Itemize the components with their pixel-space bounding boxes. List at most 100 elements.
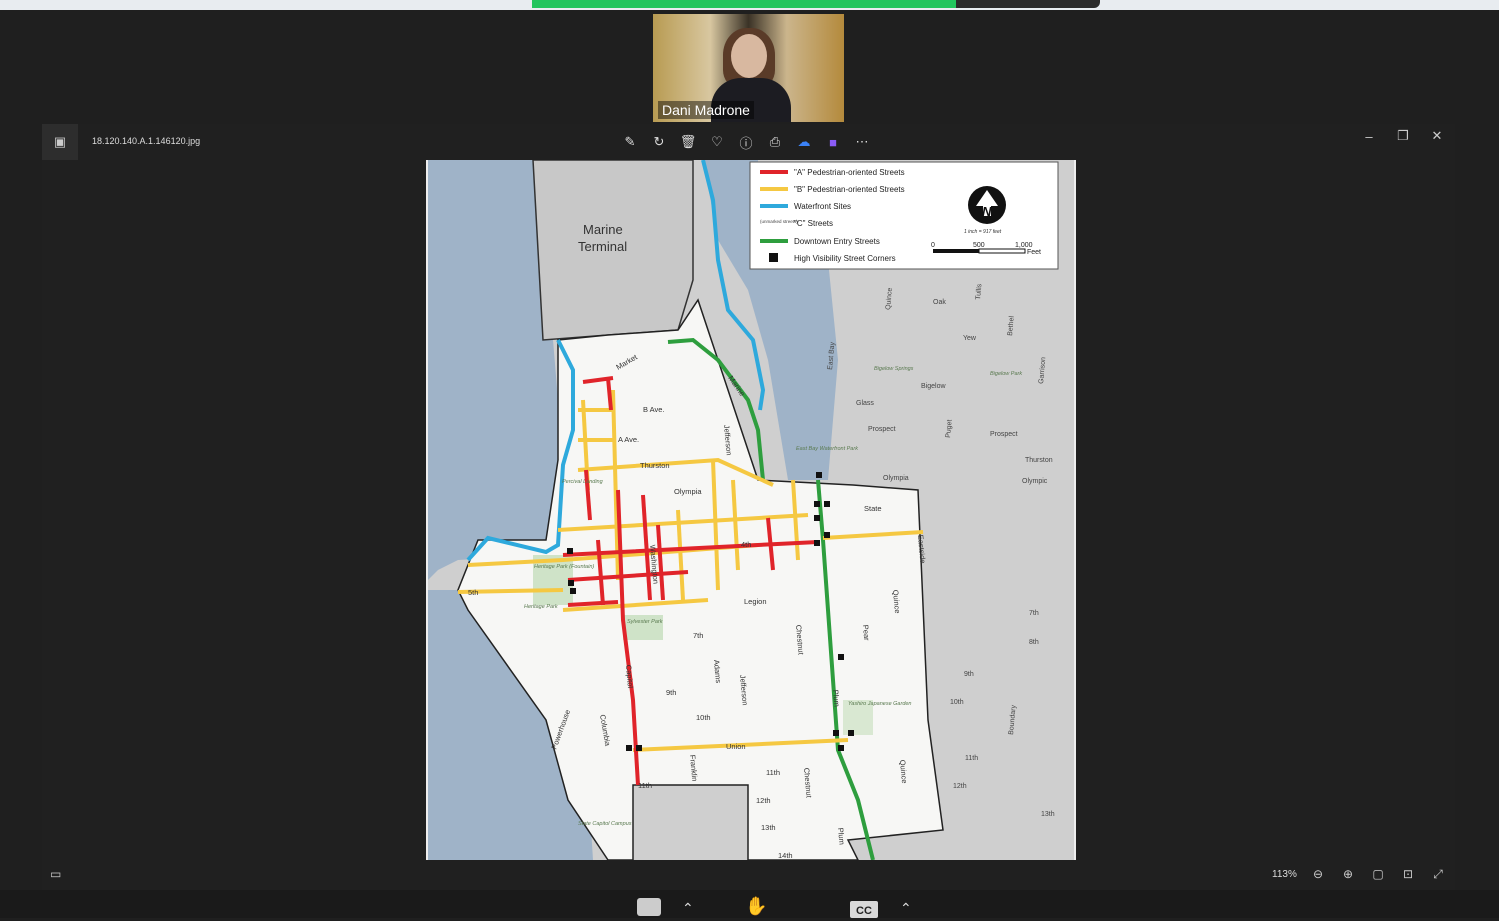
minimize-icon[interactable]: – xyxy=(1361,128,1377,144)
svg-text:5th: 5th xyxy=(468,588,478,597)
svg-text:Pear: Pear xyxy=(861,624,871,641)
svg-text:Bigelow Park: Bigelow Park xyxy=(990,371,1022,377)
svg-text:11th: 11th xyxy=(638,781,652,790)
fit-window-icon[interactable]: ▢ xyxy=(1370,866,1386,882)
chat-icon[interactable] xyxy=(637,898,661,916)
svg-text:Sylvester Park: Sylvester Park xyxy=(627,619,663,625)
map-image[interactable]: "A" Pedestrian-oriented Streets "B" Pede… xyxy=(426,160,1076,860)
svg-text:Yew: Yew xyxy=(963,335,977,342)
north-letter: N xyxy=(982,204,992,219)
svg-text:Thurston: Thurston xyxy=(1025,457,1053,464)
legend-entry-label: Downtown Entry Streets xyxy=(794,237,880,246)
legend-corner-swatch xyxy=(769,253,778,262)
svg-text:Percival Landing: Percival Landing xyxy=(562,479,604,485)
info-icon[interactable]: ⓘ xyxy=(738,132,754,152)
svg-text:11th: 11th xyxy=(965,755,978,762)
svg-text:10th: 10th xyxy=(950,699,964,706)
svg-text:Oak: Oak xyxy=(933,299,946,306)
svg-text:State Capitol Campus: State Capitol Campus xyxy=(578,821,632,827)
actual-size-icon[interactable]: ⊡ xyxy=(1400,866,1416,882)
edit-icon[interactable]: ✎ xyxy=(622,132,638,152)
svg-text:Olympic: Olympic xyxy=(1022,478,1048,485)
scale-unit: Feet xyxy=(1027,249,1041,256)
rotate-icon[interactable]: ↻ xyxy=(651,132,667,152)
svg-text:7th: 7th xyxy=(693,631,703,640)
svg-text:Thurston: Thurston xyxy=(640,461,670,470)
scale-bar-dark xyxy=(933,249,979,253)
svg-text:A Ave.: A Ave. xyxy=(618,435,639,444)
svg-text:East Bay Waterfront Park: East Bay Waterfront Park xyxy=(796,446,858,452)
scale-bar-light xyxy=(978,248,1026,254)
captions-button[interactable]: CC xyxy=(850,901,878,918)
legend-corner-label: High Visibility Street Corners xyxy=(794,254,896,263)
photo-viewer-window: ▣ 18.120.140.A.1.146120.jpg ✎ ↻ 🗑 ♡ ⓘ ⎙ … xyxy=(42,124,1455,890)
svg-text:Union: Union xyxy=(726,742,746,751)
legend-unmarked-label: (unmarked streets) xyxy=(760,219,798,224)
svg-text:Olympia: Olympia xyxy=(883,475,909,482)
svg-text:Plum: Plum xyxy=(836,827,846,845)
svg-text:Plum: Plum xyxy=(831,689,841,707)
legend-a-label: "A" Pedestrian-oriented Streets xyxy=(794,168,905,177)
svg-text:Prospect: Prospect xyxy=(868,426,896,433)
chevron-up-icon[interactable]: ⌃ xyxy=(682,900,694,917)
trash-icon[interactable]: 🗑 xyxy=(680,132,697,152)
svg-text:12th: 12th xyxy=(953,783,967,790)
video-face xyxy=(731,34,767,78)
participant-name: Dani Madrone xyxy=(658,101,754,119)
svg-text:12th: 12th xyxy=(756,796,771,805)
chevron-up-icon[interactable]: ⌃ xyxy=(900,900,912,917)
svg-text:Glass: Glass xyxy=(856,400,874,407)
zoom-tools: ⊖ ⊕ ▢ ⊡ ⤢ xyxy=(1310,866,1446,882)
viewer-statusbar: ▭ 113% ⊖ ⊕ ▢ ⊡ ⤢ xyxy=(42,860,1455,890)
participant-video[interactable]: Dani Madrone xyxy=(653,14,844,122)
window-controls: – ❐ ✕ xyxy=(1361,128,1445,144)
clipchamp-icon[interactable]: ■ xyxy=(825,132,841,152)
fullscreen-icon[interactable]: ⤢ xyxy=(1430,866,1446,882)
svg-text:10th: 10th xyxy=(696,713,711,722)
zoom-out-icon[interactable]: ⊖ xyxy=(1310,866,1326,882)
svg-text:Olympia: Olympia xyxy=(674,487,702,496)
legend-c-label: "C" Streets xyxy=(794,219,833,228)
svg-text:11th: 11th xyxy=(766,768,780,777)
filmstrip-icon[interactable]: ▭ xyxy=(50,867,61,881)
restore-icon[interactable]: ❐ xyxy=(1395,128,1411,144)
svg-text:13th: 13th xyxy=(761,823,776,832)
legend-b-label: "B" Pedestrian-oriented Streets xyxy=(794,185,905,194)
svg-text:Legion: Legion xyxy=(744,597,767,606)
svg-text:13th: 13th xyxy=(1041,811,1055,818)
svg-text:Heritage Park (Fountain): Heritage Park (Fountain) xyxy=(534,564,594,570)
cloud-icon[interactable]: ☁ xyxy=(796,132,812,152)
legend-waterfront-label: Waterfront Sites xyxy=(794,202,851,211)
zoom-level: 113% xyxy=(1272,869,1297,880)
print-icon[interactable]: ⎙ xyxy=(767,132,783,152)
scale-500: 500 xyxy=(973,242,985,249)
scale-1000: 1,000 xyxy=(1015,242,1033,249)
svg-text:B Ave.: B Ave. xyxy=(643,405,665,414)
share-banner-message xyxy=(532,0,956,8)
downtown-map: "A" Pedestrian-oriented Streets "B" Pede… xyxy=(428,160,1074,860)
svg-text:State: State xyxy=(864,504,882,513)
svg-text:9th: 9th xyxy=(964,671,974,678)
scale-note: 1 inch = 917 feet xyxy=(964,229,1002,235)
share-banner[interactable] xyxy=(532,0,1100,8)
viewer-toolbar: ✎ ↻ 🗑 ♡ ⓘ ⎙ ☁ ■ ⋯ xyxy=(622,132,870,152)
svg-text:Bigelow Springs: Bigelow Springs xyxy=(874,366,914,372)
zoom-in-icon[interactable]: ⊕ xyxy=(1340,866,1356,882)
heart-icon[interactable]: ♡ xyxy=(709,132,725,152)
svg-text:Tullis: Tullis xyxy=(975,283,983,300)
raise-hand-icon[interactable]: ✋ xyxy=(745,896,767,917)
image-icon[interactable]: ▣ xyxy=(42,124,78,160)
view-options-button[interactable] xyxy=(956,0,1100,8)
svg-text:7th: 7th xyxy=(1029,610,1039,617)
svg-text:Terminal: Terminal xyxy=(578,239,627,254)
svg-text:4th: 4th xyxy=(741,540,751,549)
svg-text:Bigelow: Bigelow xyxy=(921,383,946,390)
scale-0: 0 xyxy=(931,242,935,249)
close-icon[interactable]: ✕ xyxy=(1429,128,1445,144)
svg-text:14th: 14th xyxy=(778,851,793,860)
svg-text:Yashiro Japanese Garden: Yashiro Japanese Garden xyxy=(848,701,912,707)
more-icon[interactable]: ⋯ xyxy=(854,132,870,152)
svg-text:9th: 9th xyxy=(666,688,676,697)
svg-text:Marine: Marine xyxy=(583,222,623,237)
svg-text:8th: 8th xyxy=(1029,639,1039,646)
